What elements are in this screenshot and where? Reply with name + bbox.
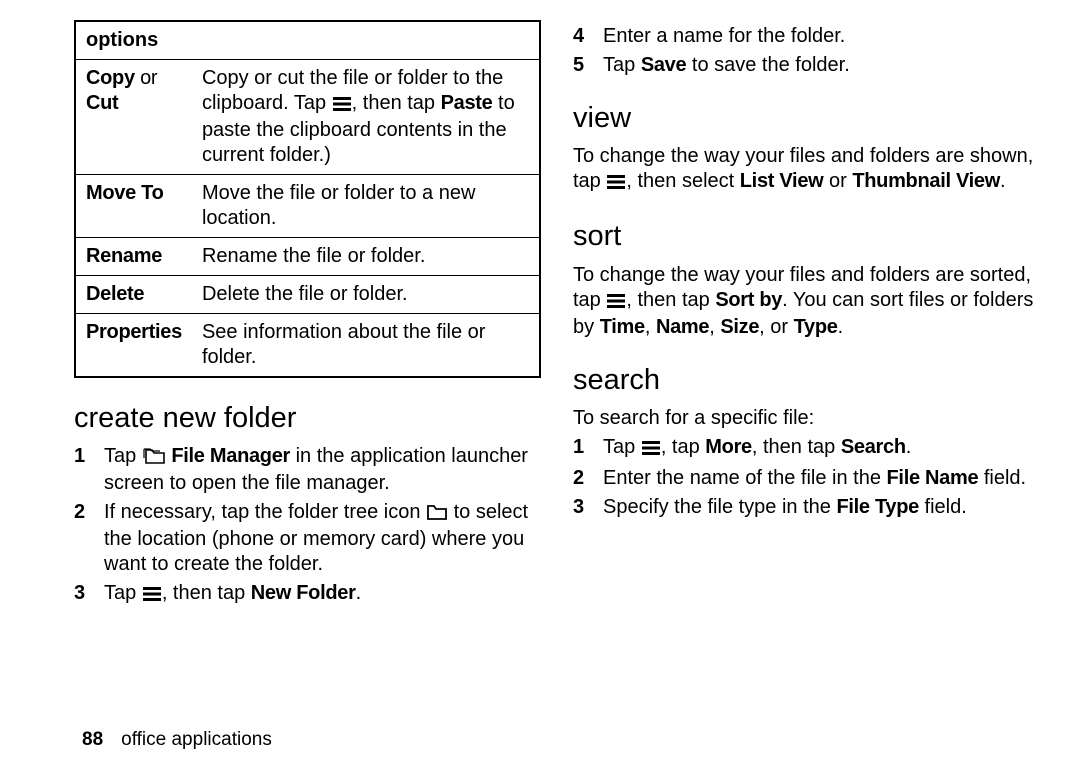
table-row: Rename Rename the file or folder. (75, 238, 540, 276)
right-column: Enter a name for the folder. Tap Save to… (573, 20, 1040, 716)
menu-icon (607, 290, 625, 315)
opt-name-rename: Rename (75, 238, 192, 276)
folder-icon (427, 502, 447, 527)
list-item: Tap Save to save the folder. (573, 53, 1040, 78)
table-row: Copy or Cut Copy or cut the file or fold… (75, 60, 540, 175)
manual-page: options Copy or Cut Copy or cut the file… (0, 0, 1080, 726)
footer-label: office applications (121, 729, 272, 750)
create-steps-cont: Enter a name for the folder. Tap Save to… (573, 24, 1040, 78)
table-row: Delete Delete the file or folder. (75, 276, 540, 314)
opt-name-delete: Delete (75, 276, 192, 314)
list-item: If necessary, tap the folder tree icon t… (74, 500, 541, 577)
opt-name-move: Move To (75, 175, 192, 238)
create-new-folder-heading: create new folder (74, 400, 541, 436)
list-item: Tap , then tap New Folder. (74, 581, 541, 608)
options-header: options (75, 21, 540, 60)
menu-icon (642, 437, 660, 462)
sort-paragraph: To change the way your files and folders… (573, 263, 1040, 340)
left-column: options Copy or Cut Copy or cut the file… (74, 20, 541, 716)
list-item: Enter the name of the file in the File N… (573, 466, 1040, 491)
opt-name-properties: Properties (75, 314, 192, 378)
list-item: Enter a name for the folder. (573, 24, 1040, 49)
search-intro: To search for a specific file: (573, 406, 1040, 431)
opt-desc-delete: Delete the file or folder. (192, 276, 540, 314)
table-row: Move To Move the file or folder to a new… (75, 175, 540, 238)
list-item: Tap , tap More, then tap Search. (573, 435, 1040, 462)
search-heading: search (573, 362, 1040, 398)
sort-heading: sort (573, 218, 1040, 254)
create-steps: Tap File Manager in the application laun… (74, 444, 541, 608)
list-item: Tap File Manager in the application laun… (74, 444, 541, 496)
table-row: Properties See information about the fil… (75, 314, 540, 378)
file-manager-icon (143, 446, 165, 471)
page-footer: 88 office applications (82, 728, 272, 752)
opt-name-copy-cut: Copy or Cut (75, 60, 192, 175)
list-item: Specify the file type in the File Type f… (573, 495, 1040, 520)
view-heading: view (573, 100, 1040, 136)
page-number: 88 (82, 729, 103, 750)
opt-desc-rename: Rename the file or folder. (192, 238, 540, 276)
opt-desc-move: Move the file or folder to a new locatio… (192, 175, 540, 238)
menu-icon (607, 171, 625, 196)
search-steps: Tap , tap More, then tap Search. Enter t… (573, 435, 1040, 520)
options-table: options Copy or Cut Copy or cut the file… (74, 20, 541, 378)
menu-icon (333, 93, 351, 118)
view-paragraph: To change the way your files and folders… (573, 144, 1040, 196)
opt-desc-properties: See information about the file or folder… (192, 314, 540, 378)
opt-desc-copy-cut: Copy or cut the file or folder to the cl… (192, 60, 540, 175)
menu-icon (143, 583, 161, 608)
